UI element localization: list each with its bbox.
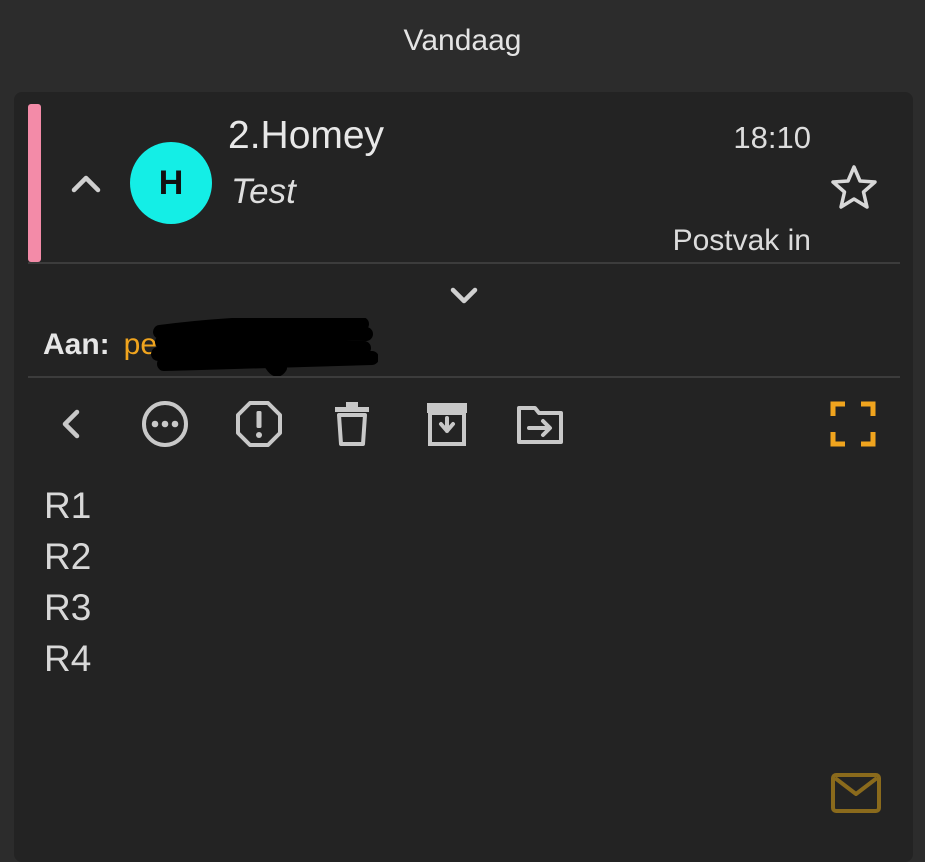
date-section-header: Vandaag: [403, 24, 522, 57]
envelope-icon[interactable]: [830, 772, 882, 814]
archive-button[interactable]: [422, 394, 472, 454]
move-to-folder-button[interactable]: [514, 394, 566, 454]
chevron-up-icon: [71, 175, 101, 193]
back-button[interactable]: [48, 394, 94, 454]
delete-button[interactable]: [330, 394, 374, 454]
more-horizontal-circle-icon: [142, 401, 188, 447]
message-folder: Postvak in: [672, 224, 811, 257]
account-color-bar: [28, 104, 41, 262]
message-time: 18:10: [733, 120, 811, 155]
header-divider: [28, 262, 900, 264]
expand-addresses-button[interactable]: [442, 278, 486, 312]
chevron-left-icon: [62, 409, 80, 439]
body-line: R2: [44, 536, 92, 577]
body-line: R1: [44, 485, 92, 526]
message-body: R1 R2 R3 R4: [44, 480, 91, 684]
chevron-down-icon: [450, 287, 478, 304]
recipient-label: Aan:: [43, 328, 110, 361]
report-spam-button[interactable]: [232, 394, 286, 454]
collapse-button[interactable]: [66, 164, 106, 204]
sender-avatar[interactable]: H: [130, 142, 212, 224]
fullscreen-button[interactable]: [828, 394, 878, 454]
report-octagon-icon: [236, 401, 282, 447]
star-icon: [831, 165, 877, 209]
sender-name: 2.Homey: [228, 114, 385, 157]
move-to-folder-icon: [517, 406, 563, 444]
more-options-button[interactable]: [138, 394, 192, 454]
message-card: H 2.Homey Test 18:10 Postvak in Aan: pe: [14, 92, 913, 862]
body-line: R3: [44, 587, 92, 628]
recipient-divider: [28, 376, 900, 378]
body-line: R4: [44, 638, 92, 679]
archive-icon: [427, 403, 467, 446]
message-subject: Test: [231, 172, 296, 211]
recipient-row: Aan: pe: [43, 328, 157, 362]
redaction-mark: [151, 318, 378, 376]
star-button[interactable]: [828, 162, 880, 212]
trash-icon: [335, 402, 369, 446]
fullscreen-icon: [830, 401, 876, 447]
